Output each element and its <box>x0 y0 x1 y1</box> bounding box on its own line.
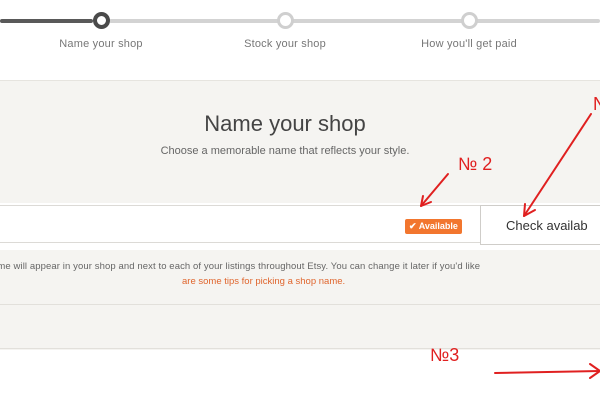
check-availability-button[interactable]: Check availab <box>480 205 600 245</box>
annotation-label-2: № 2 <box>458 154 493 174</box>
help-text: ame will appear in your shop and next to… <box>0 261 481 272</box>
annotation-label-1: N <box>593 94 600 114</box>
divider <box>0 348 600 349</box>
shop-name-tips-link[interactable]: are some tips for picking a shop name. <box>182 276 345 287</box>
step-dot-stock-shop[interactable] <box>277 12 294 29</box>
step-label-get-paid[interactable]: How you'll get paid <box>421 38 517 50</box>
progress-track-remaining <box>109 19 600 23</box>
divider <box>0 304 600 305</box>
progress-stepper: Name your shop Stock your shop How you'l… <box>0 0 600 80</box>
arrow-bottom-right <box>494 370 600 374</box>
step-dot-name-shop[interactable] <box>93 12 110 29</box>
arrow-bottom-right-head <box>589 363 600 379</box>
page-title: Name your shop <box>204 111 366 136</box>
step-label-name-shop[interactable]: Name your shop <box>59 38 143 50</box>
help-section: ame will appear in your shop and next to… <box>0 250 600 350</box>
availability-badge-label: Available <box>418 221 458 231</box>
shop-setup-page: Name your shop Stock your shop How you'l… <box>0 0 600 400</box>
checkmark-icon: ✔ <box>409 221 417 231</box>
annotation-label-3: №3 <box>430 345 460 365</box>
header-section: Name your shop Choose a memorable name t… <box>0 80 600 203</box>
availability-badge: ✔ Available <box>405 219 462 234</box>
step-dot-get-paid[interactable] <box>461 12 478 29</box>
step-label-stock-shop[interactable]: Stock your shop <box>244 38 326 50</box>
progress-track-completed <box>0 19 93 23</box>
